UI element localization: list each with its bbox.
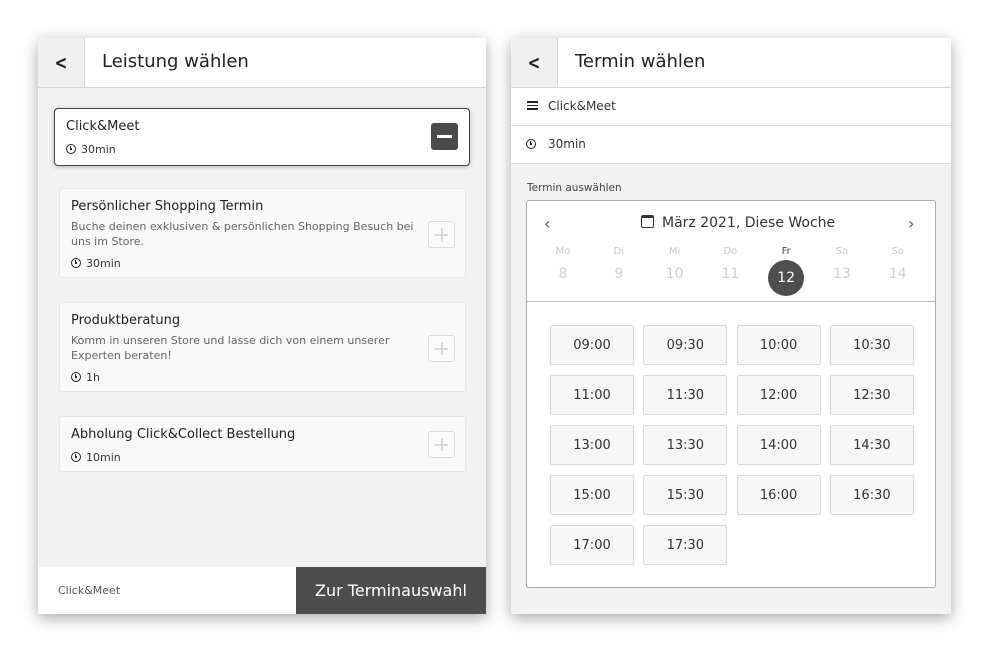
service-duration: 1h — [71, 371, 100, 384]
duration-row: 30min — [511, 126, 951, 164]
day-number: 11 — [721, 266, 740, 282]
service-title: Persönlicher Shopping Termin — [71, 199, 264, 214]
day-name: Di — [613, 246, 625, 257]
day-sa[interactable]: Sa 13 — [822, 246, 862, 282]
time-slot[interactable]: 13:30 — [643, 425, 728, 465]
time-slot[interactable]: 12:00 — [736, 375, 821, 415]
remove-service-button[interactable] — [431, 123, 458, 150]
service-card[interactable]: Abholung Click&Collect Bestellung 10min — [59, 416, 466, 472]
day-name: So — [891, 246, 905, 257]
time-slot[interactable]: 09:00 — [550, 325, 634, 365]
day-name: Do — [723, 246, 738, 257]
day-name: Mi — [668, 246, 681, 257]
day-name: Mo — [555, 246, 571, 257]
list-icon — [527, 101, 538, 110]
service-card[interactable]: Persönlicher Shopping Termin Buche deine… — [59, 188, 466, 278]
service-duration: 10min — [71, 451, 121, 464]
appointment-panel: < Termin wählen Click&Meet 30min Termin … — [511, 38, 951, 614]
chevron-left-icon: < — [527, 51, 541, 74]
time-slot[interactable]: 16:00 — [736, 475, 821, 515]
calendar-icon — [641, 215, 654, 228]
chevron-left-icon: < — [54, 51, 68, 74]
service-title: Abholung Click&Collect Bestellung — [71, 427, 296, 442]
back-button[interactable]: < — [511, 38, 558, 87]
day-so[interactable]: So 14 — [878, 246, 918, 282]
service-name: Click&Meet — [548, 99, 616, 113]
add-service-button[interactable] — [428, 335, 455, 362]
calendar-title: März 2021, Diese Woche — [641, 215, 835, 231]
day-number: 10 — [665, 266, 684, 282]
add-service-button[interactable] — [428, 431, 455, 458]
selected-summary: Click&Meet — [58, 584, 121, 597]
day-di[interactable]: Di 9 — [599, 246, 639, 282]
selected-service-card[interactable]: Click&Meet 30min — [54, 108, 470, 166]
time-slot[interactable]: 10:00 — [736, 325, 821, 365]
day-name: Sa — [835, 246, 849, 257]
service-selection-panel: < Leistung wählen Click&Meet 30min Persö… — [38, 38, 486, 614]
day-name: Fr — [781, 246, 791, 257]
clock-icon — [66, 144, 76, 154]
add-service-button[interactable] — [428, 221, 455, 248]
time-slot[interactable]: 15:00 — [550, 475, 634, 515]
calendar: ‹ März 2021, Diese Woche › Mo 8 Di 9 Mi 10 Do 1… — [526, 200, 936, 588]
header: < Termin wählen — [511, 38, 951, 88]
next-week-button[interactable]: › — [908, 214, 914, 233]
clock-icon — [526, 139, 536, 149]
time-slot[interactable]: 12:30 — [829, 375, 914, 415]
clock-icon — [71, 258, 81, 268]
page-title: Leistung wählen — [102, 51, 249, 72]
duration-value: 30min — [548, 137, 586, 151]
day-number: 8 — [558, 266, 568, 282]
time-slot[interactable]: 14:30 — [829, 425, 914, 465]
day-fr[interactable]: Fr 12 — [766, 246, 806, 296]
time-slot[interactable]: 11:00 — [550, 375, 634, 415]
clock-icon — [71, 452, 81, 462]
time-slot[interactable]: 09:30 — [643, 325, 728, 365]
continue-button[interactable]: Zur Terminauswahl — [296, 567, 486, 614]
clock-icon — [71, 372, 81, 382]
day-mo[interactable]: Mo 8 — [543, 246, 583, 282]
service-row: Click&Meet — [511, 88, 951, 126]
time-slot[interactable]: 11:30 — [643, 375, 728, 415]
page-title: Termin wählen — [575, 51, 706, 72]
time-slot[interactable]: 10:30 — [829, 325, 914, 365]
day-number: 14 — [888, 266, 907, 282]
service-duration: 30min — [71, 257, 121, 270]
time-slot[interactable]: 14:00 — [736, 425, 821, 465]
back-button[interactable]: < — [38, 38, 85, 87]
day-number: 13 — [833, 266, 851, 282]
day-mi[interactable]: Mi 10 — [655, 246, 695, 282]
day-number: 9 — [614, 266, 624, 282]
footer: Click&Meet Zur Terminauswahl — [38, 567, 486, 614]
time-slot[interactable]: 17:00 — [550, 525, 634, 565]
time-slot[interactable]: 13:00 — [550, 425, 634, 465]
service-title: Click&Meet — [66, 119, 140, 134]
day-do[interactable]: Do 11 — [710, 246, 750, 282]
header: < Leistung wählen — [38, 38, 486, 88]
service-description: Komm in unseren Store und lasse dich von… — [71, 334, 390, 362]
section-label: Termin auswählen — [527, 182, 622, 194]
service-description: Buche deinen exklusiven & persönlichen S… — [71, 220, 414, 248]
service-card[interactable]: Produktberatung Komm in unseren Store un… — [59, 302, 466, 392]
service-duration: 30min — [66, 143, 116, 156]
day-number: 12 — [768, 260, 805, 296]
divider — [527, 301, 935, 302]
time-slot[interactable]: 17:30 — [643, 525, 728, 565]
time-slot[interactable]: 15:30 — [643, 475, 728, 515]
service-title: Produktberatung — [71, 313, 181, 328]
time-slot[interactable]: 16:30 — [829, 475, 914, 515]
prev-week-button[interactable]: ‹ — [544, 214, 550, 233]
